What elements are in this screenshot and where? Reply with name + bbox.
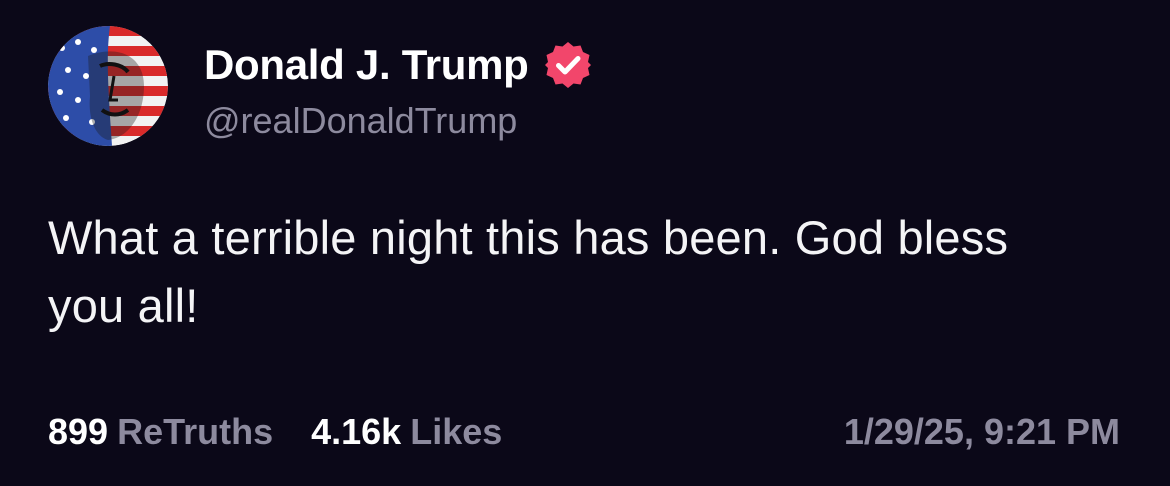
- likes-label: Likes: [410, 411, 503, 452]
- author-handle[interactable]: @realDonaldTrump: [204, 100, 517, 142]
- retruths-count: 899: [48, 411, 109, 452]
- author-name-row: Donald J. Trump: [204, 38, 593, 92]
- post-card: Donald J. Trump @realDonaldTrump What a …: [0, 0, 1170, 486]
- post-content: What a terrible night this has been. God…: [48, 211, 1009, 332]
- retruths-stat[interactable]: 899 ReTruths: [48, 411, 273, 453]
- post-timestamp[interactable]: 1/29/25, 9:21 PM: [844, 408, 1120, 456]
- verified-badge-icon: [543, 40, 593, 90]
- author-avatar[interactable]: [48, 26, 168, 146]
- retruths-label: ReTruths: [117, 411, 274, 452]
- flag-portrait-avatar-icon: [48, 26, 168, 146]
- post-stats: 899 ReTruths 4.16k Likes: [48, 408, 502, 456]
- likes-count: 4.16k: [311, 411, 402, 452]
- author-display-name[interactable]: Donald J. Trump: [204, 41, 529, 89]
- likes-stat[interactable]: 4.16k Likes: [311, 411, 502, 453]
